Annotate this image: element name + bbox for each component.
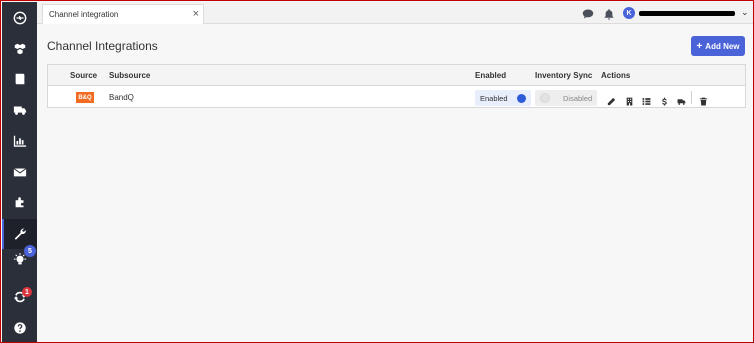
list-icon[interactable] bbox=[642, 93, 651, 105]
trash-icon[interactable] bbox=[699, 93, 708, 106]
envelope-icon bbox=[13, 168, 26, 177]
inventory-sync-label: Disabled bbox=[563, 93, 593, 103]
sidebar: 5 1 bbox=[2, 2, 37, 342]
header-source: Source bbox=[70, 71, 98, 80]
user-avatar[interactable]: K bbox=[623, 7, 635, 19]
sync-badge: 1 bbox=[22, 287, 32, 297]
toggle-on-knob bbox=[517, 94, 526, 103]
lightbulb-icon bbox=[13, 253, 26, 265]
sidebar-item-sync[interactable]: 1 bbox=[2, 282, 37, 312]
cubes-icon bbox=[14, 43, 25, 55]
toggle-off-knob bbox=[540, 93, 550, 103]
sidebar-item-apps[interactable] bbox=[2, 187, 37, 217]
app-window: 5 1 Channel integration × K ⌄ Channel In… bbox=[0, 0, 754, 343]
chevron-down-icon[interactable]: ⌄ bbox=[741, 7, 749, 18]
sidebar-item-help[interactable] bbox=[2, 313, 37, 342]
tab-channel-integration[interactable]: Channel integration × bbox=[42, 4, 204, 24]
sidebar-item-messages[interactable] bbox=[2, 157, 37, 187]
header-actions: Actions bbox=[601, 71, 631, 80]
table-header: Source Subsource Enabled Inventory Sync … bbox=[48, 65, 745, 86]
bandq-logo: B&Q bbox=[76, 92, 94, 103]
sync-circle-icon bbox=[13, 11, 26, 25]
tab-close-icon[interactable]: × bbox=[193, 8, 199, 20]
building-icon[interactable] bbox=[625, 93, 634, 106]
puzzle-icon bbox=[15, 197, 23, 208]
header-enabled: Enabled bbox=[475, 71, 507, 80]
sidebar-item-reports[interactable] bbox=[2, 126, 37, 156]
sidebar-item-orders[interactable] bbox=[2, 64, 37, 94]
subsource-cell: BandQ bbox=[109, 93, 134, 102]
bar-chart-icon bbox=[13, 135, 26, 147]
header-subsource: Subsource bbox=[109, 71, 151, 80]
help-icon bbox=[13, 322, 26, 334]
sidebar-item-ideas[interactable]: 5 bbox=[2, 245, 37, 275]
page-title: Channel Integrations bbox=[47, 39, 158, 53]
table-row: B&Q BandQ Enabled Disabled bbox=[48, 87, 745, 108]
truck-icon[interactable] bbox=[677, 93, 686, 105]
wrench-icon bbox=[14, 228, 26, 240]
pencil-icon[interactable] bbox=[607, 93, 616, 106]
sidebar-item-shipping[interactable] bbox=[2, 95, 37, 125]
enabled-toggle[interactable]: Enabled bbox=[475, 90, 531, 106]
bell-icon[interactable] bbox=[603, 7, 615, 20]
enabled-label: Enabled bbox=[480, 93, 508, 103]
inventory-sync-toggle[interactable]: Disabled bbox=[535, 90, 597, 106]
truck-icon bbox=[13, 106, 26, 115]
book-icon bbox=[15, 73, 24, 85]
sidebar-item-home[interactable] bbox=[2, 3, 37, 33]
add-new-label: Add New bbox=[705, 41, 740, 51]
user-name-redacted[interactable] bbox=[639, 11, 735, 16]
top-bar: Channel integration × K ⌄ bbox=[37, 2, 753, 24]
header-inventory-sync: Inventory Sync bbox=[535, 71, 593, 80]
dollar-icon[interactable] bbox=[660, 93, 669, 106]
notification-badge: 5 bbox=[24, 245, 36, 257]
channel-table: Source Subsource Enabled Inventory Sync … bbox=[47, 64, 746, 108]
tab-label: Channel integration bbox=[49, 10, 119, 19]
plus-icon: + bbox=[696, 40, 703, 52]
add-new-button[interactable]: + Add New bbox=[691, 36, 745, 56]
actions-divider bbox=[691, 91, 692, 104]
sidebar-item-inventory[interactable] bbox=[2, 34, 37, 64]
chat-icon[interactable] bbox=[582, 7, 594, 19]
